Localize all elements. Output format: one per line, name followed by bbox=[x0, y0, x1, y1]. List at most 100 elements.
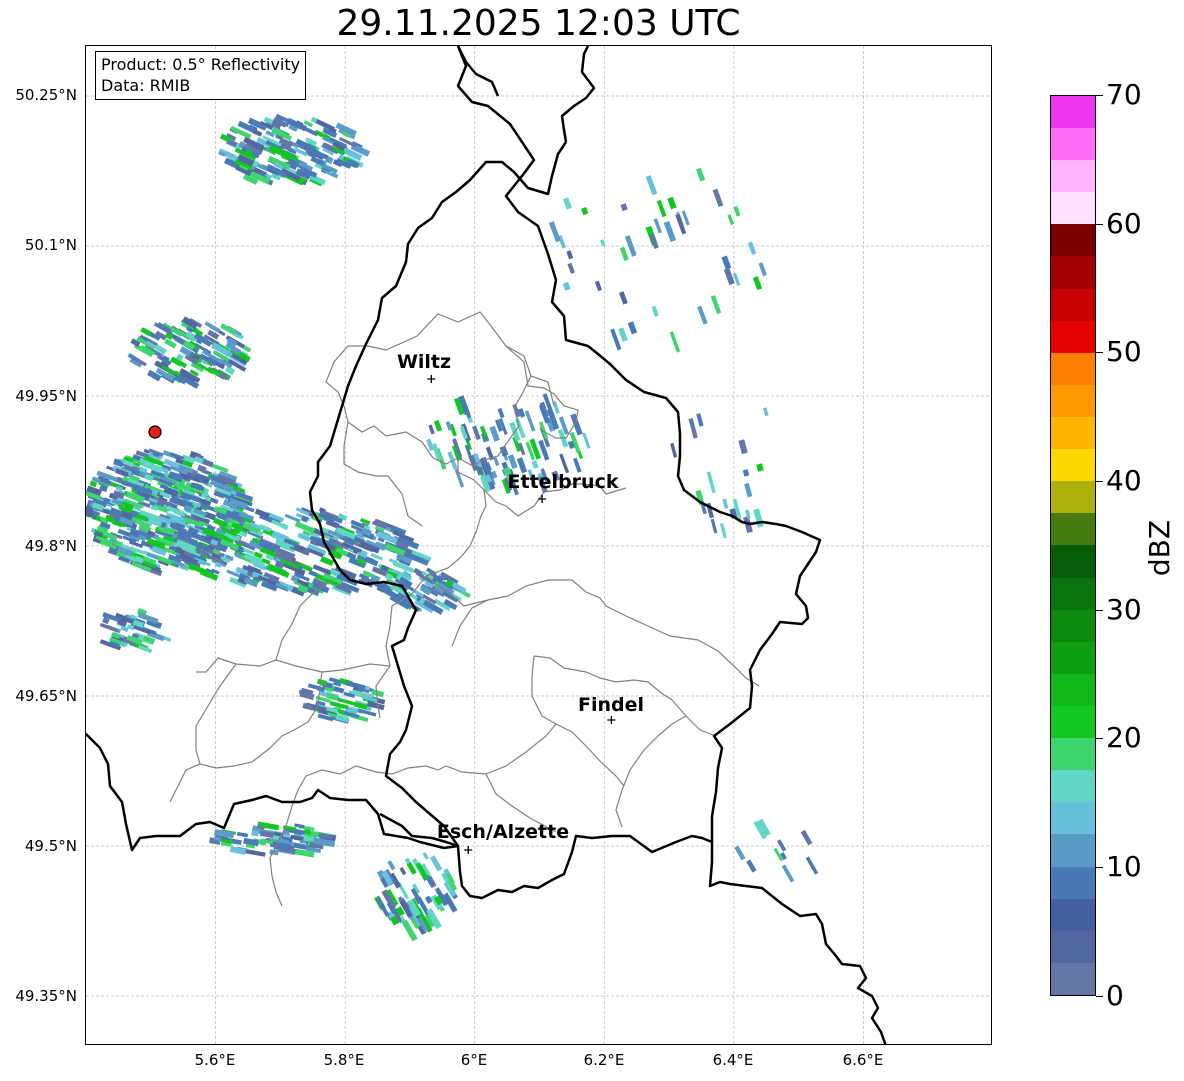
echo-cell bbox=[776, 839, 787, 852]
echo-cell bbox=[619, 246, 629, 261]
lon-tick-label: 6.6°E bbox=[842, 1051, 884, 1069]
echo-cell bbox=[697, 305, 708, 325]
echo-cell bbox=[800, 829, 813, 846]
echo-cell bbox=[399, 867, 407, 876]
colorbar-tick-label: 70 bbox=[1106, 78, 1142, 111]
city-marker-icon bbox=[607, 716, 616, 724]
echo-cell bbox=[763, 407, 769, 417]
colorbar-segment bbox=[1051, 160, 1095, 193]
echo-cell bbox=[316, 678, 328, 686]
echo-cell bbox=[669, 331, 681, 353]
echo-cell bbox=[734, 845, 746, 861]
colorbar-tick-label: 10 bbox=[1106, 850, 1142, 883]
echo-cell bbox=[756, 463, 764, 472]
echo-cell bbox=[472, 425, 481, 441]
colorbar-segment bbox=[1051, 738, 1095, 771]
echo-cell bbox=[236, 831, 249, 838]
colorbar-tick bbox=[1096, 481, 1103, 482]
echo-cell bbox=[651, 305, 659, 317]
map-title: 29.11.2025 12:03 UTC bbox=[336, 3, 741, 44]
colorbar-segment bbox=[1051, 706, 1095, 739]
echo-cell bbox=[746, 859, 757, 873]
colorbar-tick-label: 30 bbox=[1106, 593, 1142, 626]
echo-cell bbox=[252, 129, 263, 137]
echo-cell bbox=[706, 471, 716, 494]
colorbar-segment bbox=[1051, 449, 1095, 482]
colorbar-segment bbox=[1051, 898, 1095, 931]
city-label-esch-alzette: Esch/Alzette bbox=[436, 821, 570, 843]
echo-cell bbox=[479, 425, 488, 439]
radar-site-marker[interactable] bbox=[148, 425, 162, 439]
colorbar-segment bbox=[1051, 641, 1095, 674]
lat-tick-label: 50.1°N bbox=[24, 236, 77, 254]
lat-tick-label: 49.95°N bbox=[15, 387, 77, 405]
echo-cell bbox=[422, 852, 429, 860]
colorbar-segment bbox=[1051, 95, 1095, 129]
echo-cell bbox=[696, 413, 704, 427]
echo-cell bbox=[567, 262, 575, 274]
colorbar-tick-label: 40 bbox=[1106, 464, 1142, 497]
echo-cell bbox=[620, 203, 628, 212]
echo-cell bbox=[653, 218, 662, 234]
echo-cell bbox=[688, 418, 698, 439]
echo-cell bbox=[251, 829, 259, 837]
echo-cell bbox=[429, 855, 443, 872]
map-canvas bbox=[86, 46, 991, 1044]
colorbar-segment bbox=[1051, 513, 1095, 546]
echo-cell bbox=[758, 262, 767, 277]
colorbar-segment bbox=[1051, 352, 1095, 385]
colorbar-tick-label: 50 bbox=[1106, 335, 1142, 368]
echo-cell bbox=[645, 175, 658, 196]
colorbar-tick bbox=[1096, 738, 1103, 739]
echo-cell bbox=[507, 454, 518, 470]
city-label-findel: Findel bbox=[577, 694, 645, 716]
radar-map[interactable] bbox=[85, 45, 992, 1045]
echo-cell bbox=[733, 206, 741, 217]
echo-cell bbox=[719, 522, 727, 539]
echo-cell bbox=[566, 250, 574, 260]
colorbar-tick bbox=[1096, 95, 1103, 96]
echo-cell bbox=[387, 860, 396, 871]
colorbar-segment bbox=[1051, 673, 1095, 707]
echo-cell bbox=[781, 864, 795, 883]
dbz-colorbar bbox=[1050, 95, 1096, 996]
echo-cell bbox=[805, 856, 819, 875]
echo-cell bbox=[742, 469, 750, 477]
lon-tick-label: 5.8°E bbox=[323, 1051, 365, 1069]
colorbar-tick bbox=[1096, 352, 1103, 353]
lat-tick-label: 49.5°N bbox=[24, 837, 77, 855]
echo-cell bbox=[204, 321, 221, 333]
city-marker-icon bbox=[538, 495, 547, 503]
lon-tick-label: 6.2°E bbox=[583, 1051, 625, 1069]
colorbar-segment bbox=[1051, 384, 1095, 418]
echo-cell bbox=[229, 846, 247, 855]
echo-cell bbox=[696, 167, 706, 182]
colorbar-segment bbox=[1051, 320, 1095, 353]
echo-cell bbox=[727, 214, 735, 226]
product-info-box: Product: 0.5° Reflectivity Data: RMIB bbox=[95, 51, 307, 100]
colorbar-segment bbox=[1051, 930, 1095, 963]
colorbar-segment bbox=[1051, 802, 1095, 835]
colorbar-segment bbox=[1051, 577, 1095, 610]
colorbar-segment bbox=[1051, 770, 1095, 803]
echo-cell bbox=[563, 197, 572, 210]
lon-tick-label: 6.4°E bbox=[712, 1051, 754, 1069]
echo-cell bbox=[493, 457, 500, 467]
echo-cell bbox=[548, 221, 561, 243]
colorbar-tick bbox=[1096, 610, 1103, 611]
lat-tick-label: 49.8°N bbox=[24, 537, 77, 555]
echo-cell bbox=[594, 280, 603, 292]
echo-cell bbox=[197, 465, 207, 473]
echo-cell bbox=[99, 622, 119, 633]
echo-cell bbox=[562, 281, 571, 291]
colorbar-tick-label: 0 bbox=[1106, 979, 1124, 1012]
colorbar-segment bbox=[1051, 224, 1095, 257]
data-source-label: Data: RMIB bbox=[101, 76, 191, 95]
colorbar-segment bbox=[1051, 866, 1095, 899]
city-marker-icon bbox=[427, 375, 436, 383]
echo-cell bbox=[211, 463, 229, 473]
colorbar-tick bbox=[1096, 996, 1103, 997]
colorbar-segment bbox=[1051, 834, 1095, 867]
colorbar-segment bbox=[1051, 288, 1095, 321]
echo-cell bbox=[454, 468, 465, 488]
